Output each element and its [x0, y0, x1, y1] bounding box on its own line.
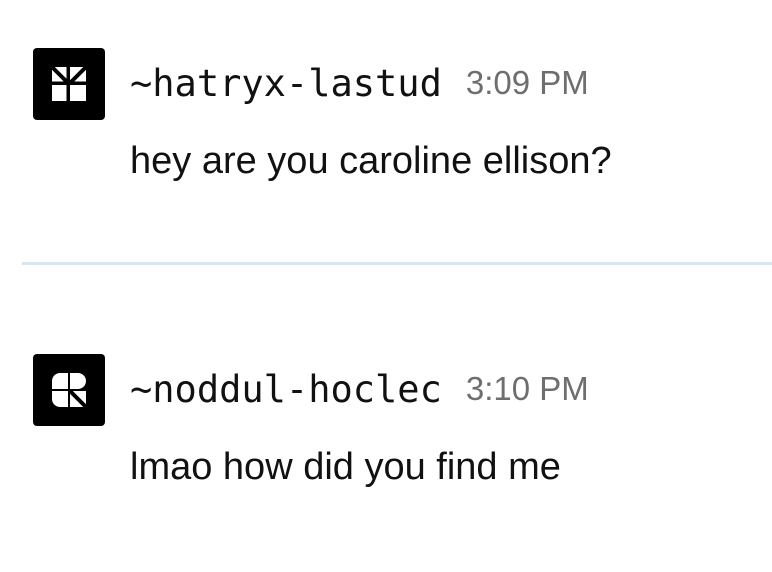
message-text: hey are you caroline ellison? — [130, 140, 612, 182]
user-avatar[interactable] — [33, 354, 105, 426]
message-timestamp: 3:09 PM — [465, 64, 589, 101]
sigil-avatar-icon — [50, 65, 88, 101]
message-timestamp: 3:10 PM — [465, 370, 589, 407]
sigil-avatar-icon — [52, 373, 88, 409]
message-divider — [22, 262, 772, 265]
message-text: lmao how did you find me — [130, 446, 561, 488]
author-name[interactable]: ~noddul-hoclec — [130, 368, 442, 411]
user-avatar[interactable] — [33, 48, 105, 120]
message-header: ~hatryx-lastud 3:09 PM — [130, 56, 589, 110]
message-header: ~noddul-hoclec 3:10 PM — [130, 362, 589, 416]
author-name[interactable]: ~hatryx-lastud — [130, 62, 442, 105]
